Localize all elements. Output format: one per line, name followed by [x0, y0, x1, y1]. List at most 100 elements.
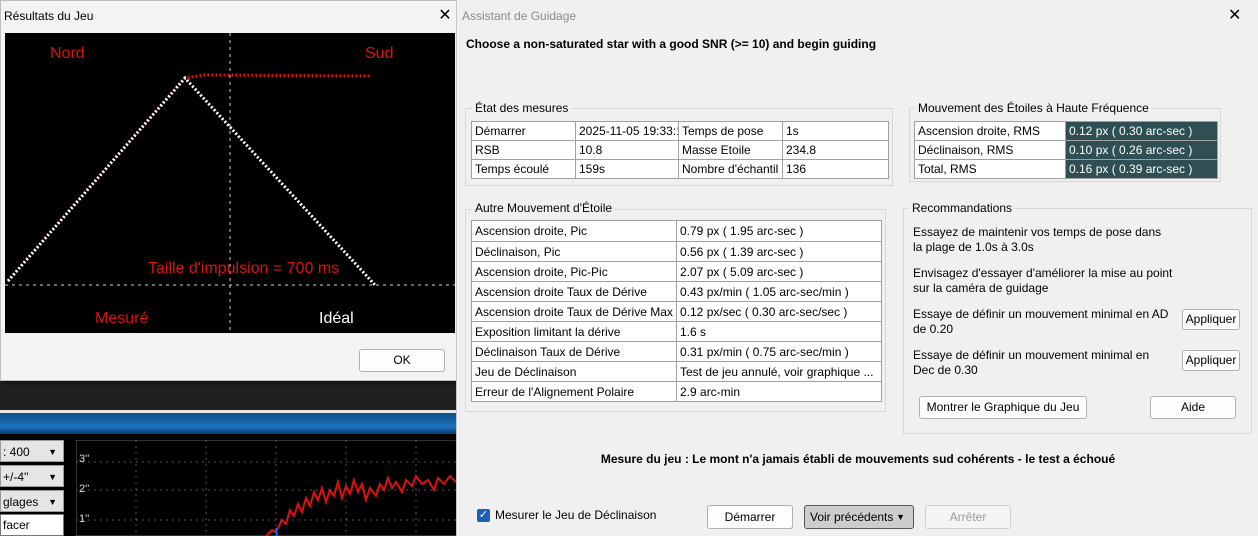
stop-button[interactable]: Arrêter [925, 505, 1011, 529]
background-toolbar-strip [0, 410, 460, 434]
table-cell: 0.79 px ( 1.95 arc-sec ) [676, 220, 882, 242]
help-button[interactable]: Aide [1150, 396, 1236, 419]
table-row: Déclinaison, RMS 0.10 px ( 0.26 arc-sec … [914, 140, 1218, 160]
table-row: Temps écoulé 159s Nombre d'échantil 136 [471, 159, 889, 179]
start-button[interactable]: Démarrer [707, 505, 793, 529]
table-cell: 0.56 px ( 1.39 arc-sec ) [676, 241, 882, 262]
table-cell: Ascension droite, Pic-Pic [471, 261, 677, 282]
table-cell: Erreur de l'Alignement Polaire [471, 381, 677, 402]
table-cell: Ascension droite, RMS [914, 121, 1066, 141]
table-cell: Test de jeu annulé, voir graphique ... [676, 361, 882, 382]
bg-scale-label: : 400 [3, 445, 30, 459]
bg-ytick-3: 3'' [79, 453, 90, 465]
table-cell: Déclinaison Taux de Dérive [471, 341, 677, 362]
table-row: Exposition limitant la dérive 1.6 s [471, 321, 882, 342]
table-row: Jeu de Déclinaison Test de jeu annulé, vo… [471, 361, 882, 382]
history-trace-dec [275, 527, 278, 536]
measurement-state-table: Démarrer 2025-11-05 19:33:1 Temps de pos… [471, 121, 889, 179]
table-cell: Temps écoulé [471, 159, 576, 179]
bg-ytick-1: 1'' [79, 513, 90, 525]
label-north: Nord [50, 45, 85, 62]
bg-range-dropdown[interactable]: +/-4'' ▼ [0, 465, 64, 487]
table-cell: 0.10 px ( 0.26 arc-sec ) [1065, 140, 1218, 160]
table-cell: 0.31 px/min ( 0.75 arc-sec/min ) [676, 341, 882, 362]
close-icon[interactable]: ✕ [1228, 5, 1241, 25]
measure-backlash-label[interactable]: Mesurer le Jeu de Déclinaison [495, 508, 656, 522]
table-cell: Démarrer [471, 121, 576, 141]
table-cell: 0.12 px/sec ( 0.30 arc-sec/sec ) [676, 301, 882, 322]
table-cell: 234.8 [782, 140, 889, 160]
view-previous-label: Voir précédents [810, 510, 894, 524]
chevron-down-icon: ▼ [48, 472, 57, 482]
instruction-text: Choose a non-saturated star with a good … [466, 37, 877, 51]
table-row: Ascension droite Taux de Dérive Max 0.12 … [471, 301, 882, 322]
table-row: Démarrer 2025-11-05 19:33:1 Temps de pos… [471, 121, 889, 141]
measurement-state-label: État des mesures [472, 101, 572, 115]
guiding-assistant-dialog: Assistant de Guidage ✕ Choose a non-satu… [456, 0, 1258, 536]
pulse-size-label: Taille d'impulsion = 700 ms [148, 260, 339, 277]
table-cell: Nombre d'échantil [678, 159, 783, 179]
table-cell: Temps de pose [678, 121, 783, 141]
view-previous-button[interactable]: Voir précédents ▼ [804, 505, 914, 529]
measure-backlash-checkbox[interactable]: ✓ [477, 509, 490, 522]
results-dialog-title: Résultats du Jeu [4, 9, 94, 23]
recommendation-exposure: Essayez de maintenir vos temps de pose d… [913, 225, 1162, 254]
legend-measured: Mesuré [95, 310, 148, 327]
table-row: Ascension droite, RMS 0.12 px ( 0.30 arc… [914, 121, 1218, 141]
table-cell: 0.16 px ( 0.39 arc-sec ) [1065, 159, 1218, 179]
table-cell: 1.6 s [676, 321, 882, 342]
bg-erase-button[interactable]: facer [0, 514, 64, 536]
table-cell: Total, RMS [914, 159, 1066, 179]
table-cell: Déclinaison, RMS [914, 140, 1066, 160]
ok-button[interactable]: OK [359, 349, 445, 372]
high-frequency-label: Mouvement des Étoiles à Haute Fréquence [915, 101, 1152, 115]
table-cell: Exposition limitant la dérive [471, 321, 677, 342]
table-cell: 2025-11-05 19:33:1 [575, 121, 679, 141]
apply-ra-button[interactable]: Appliquer [1182, 309, 1240, 330]
bg-erase-label: facer [3, 518, 30, 532]
show-backlash-graph-button[interactable]: Montrer le Graphique du Jeu [919, 396, 1087, 419]
label-south: Sud [365, 45, 393, 62]
table-cell: Déclinaison, Pic [471, 241, 677, 262]
apply-dec-button[interactable]: Appliquer [1182, 350, 1240, 371]
table-cell: 10.8 [575, 140, 679, 160]
recommendation-dec-min-move: Essaye de définir un mouvement minimal e… [913, 348, 1150, 377]
table-row: Déclinaison, Pic 0.56 px ( 1.39 arc-sec ) [471, 241, 882, 262]
table-cell: RSB [471, 140, 576, 160]
backlash-graph: Nord Sud Taille d'impulsion = 700 ms Mes… [5, 33, 455, 333]
bg-range-label: +/-4'' [3, 470, 29, 484]
dialog-title: Assistant de Guidage [462, 9, 577, 23]
table-cell: 0.43 px/min ( 1.05 arc-sec/min ) [676, 281, 882, 302]
table-cell: Jeu de Déclinaison [471, 361, 677, 382]
table-row: Ascension droite Taux de Dérive 0.43 px/m… [471, 281, 882, 302]
table-cell: Masse Etoile [678, 140, 783, 160]
table-row: Ascension droite, Pic 0.79 px ( 1.95 arc-… [471, 220, 882, 242]
high-frequency-table: Ascension droite, RMS 0.12 px ( 0.30 arc… [914, 121, 1218, 179]
table-cell: Ascension droite Taux de Dérive Max [471, 301, 677, 322]
chevron-down-icon: ▼ [48, 447, 57, 457]
guide-history-graph [76, 440, 458, 536]
legend-ideal: Idéal [319, 310, 354, 327]
other-motion-table: Ascension droite, Pic 0.79 px ( 1.95 arc-… [471, 220, 882, 402]
close-icon[interactable]: ✕ [437, 5, 453, 25]
results-dialog: Résultats du Jeu ✕ Nord Sud Taille d'imp… [0, 0, 457, 381]
recommendation-focus: Envisagez d'essayer d'améliorer la mise … [913, 266, 1173, 295]
table-cell: Ascension droite, Pic [471, 220, 677, 242]
table-row: Déclinaison Taux de Dérive 0.31 px/min ( … [471, 341, 882, 362]
table-cell: 0.12 px ( 0.30 arc-sec ) [1065, 121, 1218, 141]
table-cell: Ascension droite Taux de Dérive [471, 281, 677, 302]
bg-settings-label: glages [3, 495, 39, 509]
chevron-down-icon: ▼ [48, 497, 57, 507]
chevron-down-icon: ▼ [896, 512, 905, 522]
table-row: Erreur de l'Alignement Polaire 2.9 arc-mi… [471, 381, 882, 402]
table-cell: 2.07 px ( 5.09 arc-sec ) [676, 261, 882, 282]
table-row: RSB 10.8 Masse Etoile 234.8 [471, 140, 889, 160]
bg-settings-dropdown[interactable]: glages ▼ [0, 490, 64, 512]
bg-ytick-2: 2'' [79, 483, 90, 495]
recommendations-label: Recommandations [909, 201, 1016, 215]
other-motion-label: Autre Mouvement d'Étoile [472, 201, 616, 215]
table-cell: 2.9 arc-min [676, 381, 882, 402]
table-cell: 136 [782, 159, 889, 179]
table-row: Total, RMS 0.16 px ( 0.39 arc-sec ) [914, 159, 1218, 179]
bg-scale-dropdown[interactable]: : 400 ▼ [0, 440, 64, 462]
